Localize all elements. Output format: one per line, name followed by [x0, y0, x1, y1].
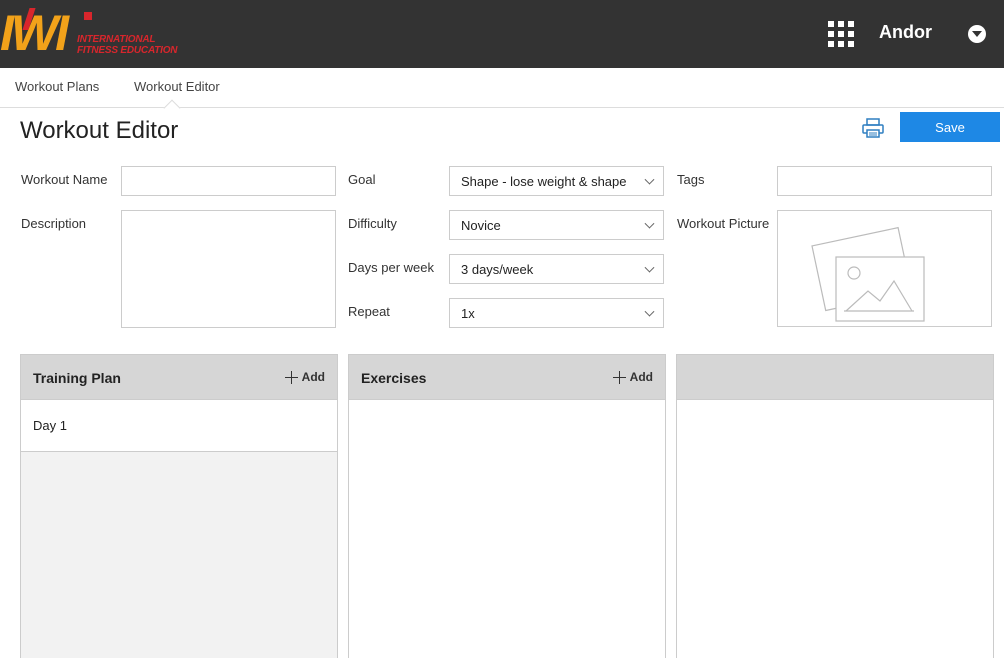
logo-subtext-line2: FITNESS EDUCATION: [77, 45, 178, 56]
description-label: Description: [21, 216, 87, 231]
training-plan-panel: Training Plan Add Day 1: [20, 354, 338, 658]
print-icon[interactable]: [862, 118, 884, 138]
training-plan-header: Training Plan Add: [21, 355, 337, 400]
difficulty-label: Difficulty: [348, 216, 397, 231]
add-label: Add: [629, 370, 653, 384]
apps-grid-icon[interactable]: [828, 21, 854, 47]
chevron-down-icon: [644, 174, 655, 185]
add-training-day-button[interactable]: Add: [284, 370, 325, 384]
chevron-down-icon: [644, 306, 655, 317]
brand-logo[interactable]: IWI INTERNATIONAL FITNESS EDUCATION: [0, 6, 180, 62]
list-item[interactable]: Day 1: [21, 400, 337, 452]
details-header: [677, 355, 993, 400]
chevron-down-icon: [644, 218, 655, 229]
plus-icon: [612, 370, 626, 384]
exercises-header: Exercises Add: [349, 355, 665, 400]
difficulty-value: Novice: [461, 217, 501, 233]
goal-value: Shape - lose weight & shape: [461, 173, 627, 189]
user-name[interactable]: Andor: [879, 22, 932, 43]
logo-subtext: INTERNATIONAL FITNESS EDUCATION: [77, 34, 178, 56]
goal-select[interactable]: Shape - lose weight & shape: [449, 166, 664, 196]
days-per-week-select[interactable]: 3 days/week: [449, 254, 664, 284]
tags-input[interactable]: [777, 166, 992, 196]
tags-label: Tags: [677, 172, 705, 187]
training-plan-title: Training Plan: [33, 370, 121, 386]
exercises-panel: Exercises Add: [348, 354, 666, 658]
tab-workout-plans[interactable]: Workout Plans: [15, 79, 99, 94]
repeat-select[interactable]: 1x: [449, 298, 664, 328]
workout-name-input[interactable]: [121, 166, 336, 196]
exercises-title: Exercises: [361, 370, 427, 386]
save-button[interactable]: Save: [900, 112, 1000, 142]
plus-icon: [284, 370, 298, 384]
goal-label: Goal: [348, 172, 376, 187]
difficulty-select[interactable]: Novice: [449, 210, 664, 240]
description-input[interactable]: [121, 210, 336, 328]
add-exercise-button[interactable]: Add: [612, 370, 653, 384]
logo-subtext-line1: INTERNATIONAL: [77, 34, 156, 45]
add-label: Add: [301, 370, 325, 384]
sub-navigation: Workout Plans Workout Editor: [0, 68, 1004, 108]
days-per-week-label: Days per week: [348, 260, 434, 275]
top-bar: IWI INTERNATIONAL FITNESS EDUCATION Ando…: [0, 0, 1004, 68]
days-per-week-value: 3 days/week: [461, 261, 534, 277]
logo-accent-dot: [84, 12, 92, 20]
repeat-label: Repeat: [348, 304, 390, 319]
workout-picture-upload[interactable]: [777, 210, 992, 327]
details-panel: [676, 354, 994, 658]
day-label: Day 1: [33, 418, 67, 433]
tab-workout-editor[interactable]: Workout Editor: [134, 79, 220, 94]
chevron-down-icon[interactable]: [968, 25, 986, 43]
page-title: Workout Editor: [20, 117, 179, 144]
workout-picture-label: Workout Picture: [677, 216, 770, 231]
workout-name-label: Workout Name: [21, 172, 108, 187]
repeat-value: 1x: [461, 305, 475, 321]
image-placeholder-icon: [811, 226, 925, 322]
chevron-down-icon: [644, 262, 655, 273]
